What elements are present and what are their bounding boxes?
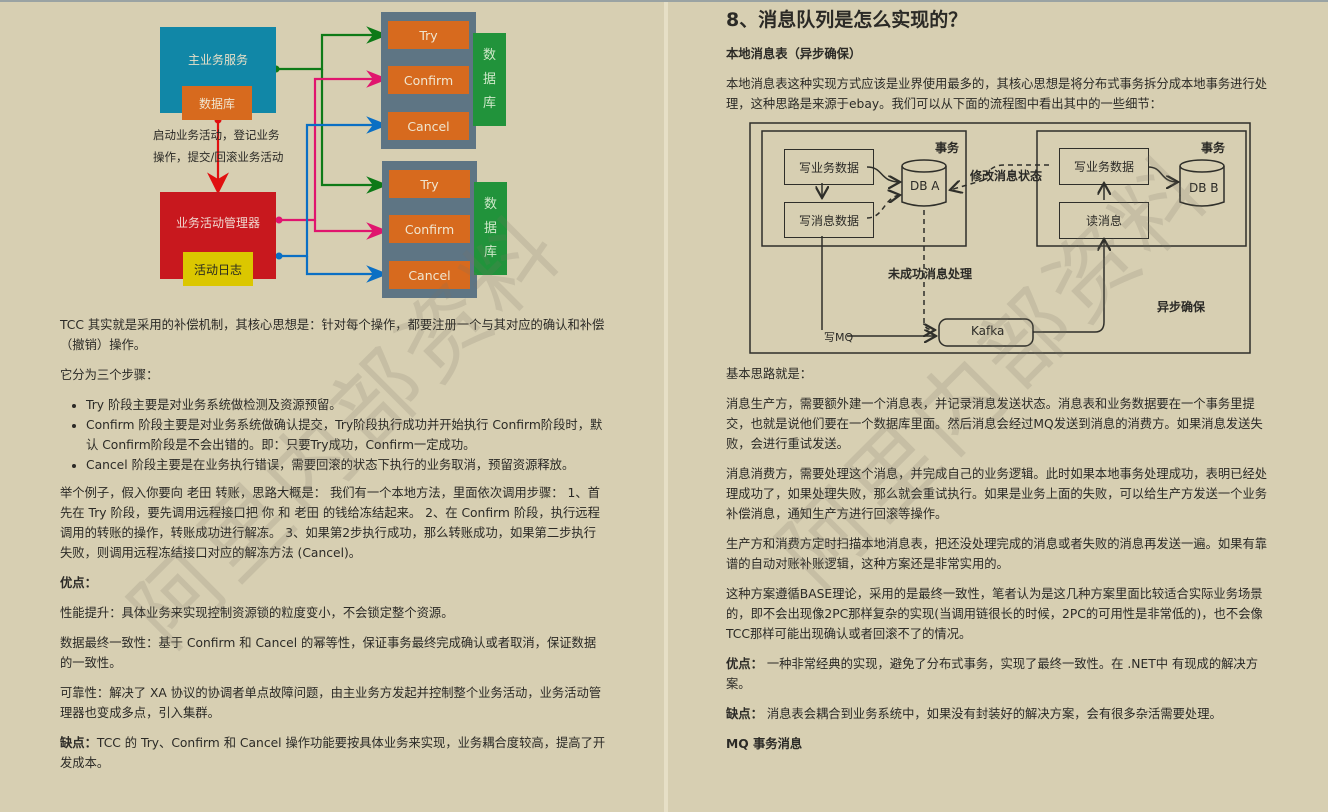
db-char: 据 bbox=[482, 71, 496, 87]
tcc-diagram: 主业务服务 数据库 启动业务活动，登记业务 操作，提交/回滚业务活动 业务活动管… bbox=[0, 2, 664, 302]
failed-message-handling-label: 未成功消息处理 bbox=[888, 267, 973, 281]
right-transaction-label: 事务 bbox=[1201, 141, 1226, 155]
cons-label: 缺点： bbox=[726, 707, 763, 721]
service-1-cancel: Cancel bbox=[388, 112, 469, 140]
scan-paragraph: 生产方和消费方定时扫描本地消息表，把还没处理完成的消息或者失败的消息再发送一遍。… bbox=[726, 537, 1268, 571]
right-page: 8、消息队列是怎么实现的？ 本地消息表（异步确保） 本地消息表这种实现方式应该是… bbox=[668, 2, 1328, 812]
pros-paragraph: 优点： 一种非常经典的实现，避免了分布式事务，实现了最终一致性。在 .NET中 … bbox=[726, 654, 1274, 694]
cancel-connector-top bbox=[279, 116, 389, 258]
confirm-label: Confirm bbox=[403, 72, 454, 88]
read-message: 读消息 bbox=[1059, 202, 1149, 239]
cons-label: 缺点： bbox=[60, 736, 97, 750]
caption-line-2: 操作，提交/回滚业务活动 bbox=[153, 150, 284, 164]
list-item: Confirm 阶段主要是对业务系统做确认提交，Try阶段执行成功并开始执行 C… bbox=[86, 415, 608, 455]
pro-reliability: 可靠性：解决了 XA 协议的协调者单点故障问题，由主业务方发起并控制整个业务活动… bbox=[60, 686, 602, 720]
main-db-box: 数据库 bbox=[182, 86, 252, 120]
consumer-paragraph: 消息消费方，需要处理这个消息，并完成自己的业务逻辑。此时如果本地事务处理成功，表… bbox=[726, 467, 1268, 521]
try-connector-top bbox=[276, 26, 389, 71]
write-mq-label: 写MQ bbox=[824, 331, 854, 344]
write-business-label: 写业务数据 bbox=[1073, 160, 1134, 174]
db-char: 数 bbox=[482, 47, 496, 63]
cons-text: TCC 的 Try、Confirm 和 Cancel 操作功能要按具体业务来实现… bbox=[60, 736, 606, 770]
subsection-title: 本地消息表（异步确保） bbox=[726, 47, 862, 61]
right-article-body: 基本思路就是： 消息生产方，需要额外建一个消息表，并记录消息发送状态。消息表和业… bbox=[726, 364, 1274, 764]
cancel-label: Cancel bbox=[407, 118, 450, 134]
local-message-table-diagram: 事务 事务 写业务数据 写消息数据 DB A 修改消息状态 写业务数据 读消息 … bbox=[749, 122, 1251, 354]
cons-paragraph: 缺点： 消息表会耦合到业务系统中，如果没有封装好的解决方案，会有很多杂活需要处理… bbox=[726, 704, 1274, 724]
cons-paragraph: 缺点：TCC 的 Try、Confirm 和 Cancel 操作功能要按具体业务… bbox=[60, 733, 608, 773]
base-paragraph: 这种方案遵循BASE理论，采用的是最终一致性，笔者认为是这几种方案里面比较适合实… bbox=[726, 587, 1263, 641]
activity-manager-label: 业务活动管理器 bbox=[175, 216, 260, 230]
pro-consistency: 数据最终一致性：基于 Confirm 和 Cancel 的幂等性，保证事务最终完… bbox=[60, 636, 597, 670]
caption-line-1: 启动业务活动，登记业务 bbox=[153, 128, 280, 142]
list-item: Try 阶段主要是对业务系统做检测及资源预留。 bbox=[86, 395, 608, 415]
transfer-example: 举个例子，假入你要向 老田 转账，思路大概是： 我们有一个本地方法，里面依次调用… bbox=[60, 486, 600, 560]
local-message-intro: 本地消息表这种实现方式应该是业界使用最多的，其核心思想是将分布式事务拆分成本地事… bbox=[726, 77, 1268, 111]
kafka-label: Kafka bbox=[971, 324, 1005, 338]
pros-heading: 优点： bbox=[60, 576, 97, 590]
confirm-connector-bottom bbox=[313, 220, 389, 240]
three-steps-intro: 它分为三个步骤： bbox=[60, 368, 159, 382]
left-page: 主业务服务 数据库 启动业务活动，登记业务 操作，提交/回滚业务活动 业务活动管… bbox=[0, 2, 664, 812]
activity-log-label: 活动日志 bbox=[193, 262, 242, 277]
service-1-confirm: Confirm bbox=[388, 66, 469, 94]
cancel-label: Cancel bbox=[408, 267, 451, 283]
left-article: TCC 其实就是采用的补偿机制，其核心思想是：针对每个操作，都要注册一个与其对应… bbox=[60, 315, 608, 783]
try-connector-bottom bbox=[320, 69, 389, 194]
service-2-cancel: Cancel bbox=[389, 261, 470, 289]
write-business-label: 写业务数据 bbox=[798, 160, 859, 175]
basic-idea: 基本思路就是： bbox=[726, 367, 813, 381]
service-2-confirm: Confirm bbox=[389, 215, 470, 243]
confirm-connector-top bbox=[279, 70, 389, 222]
service-1-try: Try bbox=[388, 21, 469, 49]
list-item: Cancel 阶段主要是在业务执行错误，需要回滚的状态下执行的业务取消，预留资源… bbox=[86, 455, 608, 475]
pro-performance: 性能提升：具体业务来实现控制资源锁的粒度变小，不会锁定整个资源。 bbox=[60, 606, 454, 620]
modify-status-label: 修改消息状态 bbox=[970, 169, 1043, 183]
confirm-label: Confirm bbox=[404, 221, 455, 237]
write-business-data-left: 写业务数据 bbox=[784, 149, 874, 185]
db-char: 库 bbox=[482, 95, 496, 111]
pros-text: 一种非常经典的实现，避免了分布式事务，实现了最终一致性。在 .NET中 有现成的… bbox=[726, 657, 1259, 691]
read-message-label: 读消息 bbox=[1085, 214, 1122, 228]
try-label: Try bbox=[419, 27, 438, 43]
service-2-try: Try bbox=[389, 170, 470, 198]
section-title: 8、消息队列是怎么实现的？ bbox=[726, 9, 968, 31]
start-activity-caption: 启动业务活动，登记业务 操作，提交/回滚业务活动 bbox=[153, 124, 283, 168]
producer-paragraph: 消息生产方，需要额外建一个消息表，并记录消息发送状态。消息表和业务数据要在一个事… bbox=[726, 397, 1263, 451]
db-b-label: DB B bbox=[1189, 181, 1219, 195]
tcc-intro: TCC 其实就是采用的补偿机制，其核心思想是：针对每个操作，都要注册一个与其对应… bbox=[60, 318, 605, 352]
write-message-data: 写消息数据 bbox=[784, 202, 874, 238]
mq-transaction-heading: MQ 事务消息 bbox=[726, 737, 803, 751]
try-label: Try bbox=[420, 176, 439, 192]
activity-log-box: 活动日志 bbox=[183, 252, 253, 286]
tcc-steps-list: Try 阶段主要是对业务系统做检测及资源预留。 Confirm 阶段主要是对业务… bbox=[60, 395, 608, 475]
cancel-connector-bottom bbox=[305, 256, 389, 283]
left-transaction-label: 事务 bbox=[935, 141, 960, 155]
tcc-connectors bbox=[207, 26, 389, 283]
write-message-label: 写消息数据 bbox=[798, 213, 859, 228]
db-char: 数 bbox=[483, 196, 497, 212]
service-1-db: 数 据 库 bbox=[473, 33, 506, 126]
db-char: 库 bbox=[483, 244, 497, 260]
db-char: 据 bbox=[483, 220, 497, 236]
pros-label: 优点： bbox=[726, 657, 763, 671]
write-business-data-right: 写业务数据 bbox=[1059, 148, 1149, 185]
right-article: 8、消息队列是怎么实现的？ 本地消息表（异步确保） 本地消息表这种实现方式应该是… bbox=[726, 2, 1274, 124]
db-a-label: DB A bbox=[910, 179, 940, 193]
cons-text: 消息表会耦合到业务系统中，如果没有封装好的解决方案，会有很多杂活需要处理。 bbox=[762, 707, 1222, 721]
async-ensure-label: 异步确保 bbox=[1157, 300, 1206, 314]
service-2-db: 数 据 库 bbox=[474, 182, 507, 275]
main-service-label: 主业务服务 bbox=[187, 53, 248, 67]
main-db-label: 数据库 bbox=[198, 96, 235, 111]
